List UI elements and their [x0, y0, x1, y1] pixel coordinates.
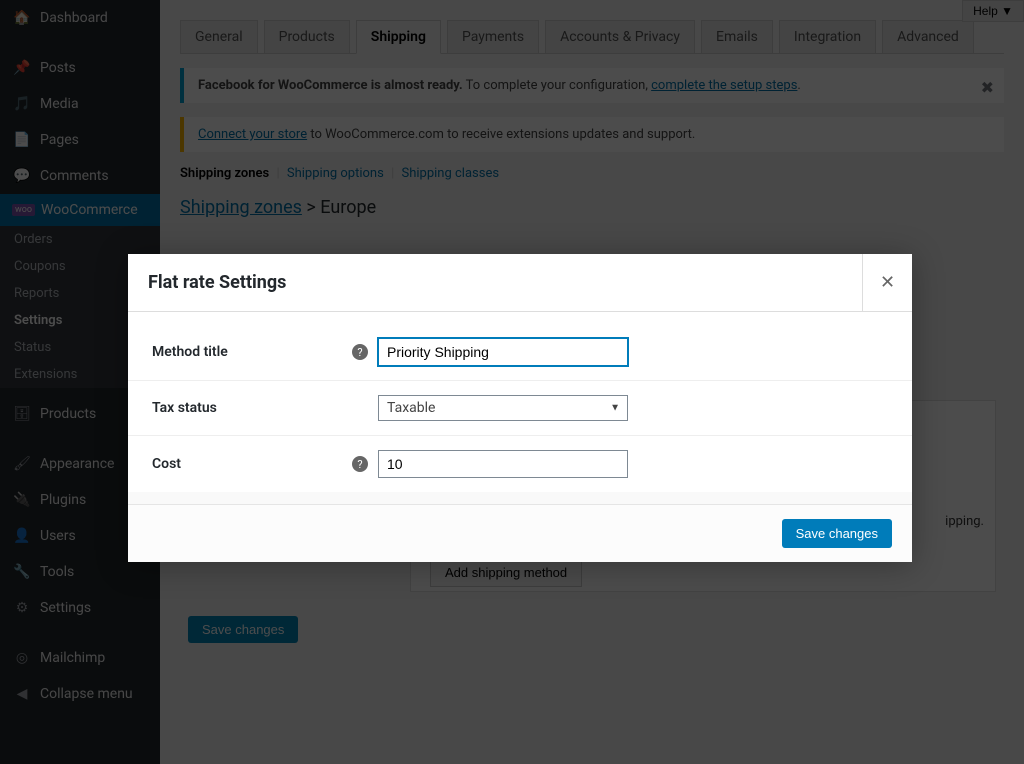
help-icon[interactable]: ?: [352, 344, 368, 360]
row-method-title: Method title ?: [128, 324, 912, 380]
close-icon[interactable]: ✕: [862, 254, 912, 311]
label-tax-status: Tax status: [152, 400, 352, 416]
modal-title: Flat rate Settings: [128, 254, 306, 311]
row-cost: Cost ?: [128, 435, 912, 492]
label-method-title: Method title: [152, 344, 352, 360]
save-changes-button[interactable]: Save changes: [782, 519, 892, 548]
method-title-input[interactable]: [378, 338, 628, 366]
flat-rate-settings-modal: Flat rate Settings ✕ Method title ? Tax …: [128, 254, 912, 562]
cost-input[interactable]: [378, 450, 628, 478]
modal-header: Flat rate Settings ✕: [128, 254, 912, 312]
label-cost: Cost: [152, 456, 352, 472]
modal-footer: Save changes: [128, 505, 912, 562]
tax-status-select[interactable]: Taxable: [378, 395, 628, 421]
modal-body: Method title ? Tax status Taxable ▼ Cost…: [128, 324, 912, 505]
row-tax-status: Tax status Taxable ▼: [128, 380, 912, 435]
help-icon[interactable]: ?: [352, 456, 368, 472]
